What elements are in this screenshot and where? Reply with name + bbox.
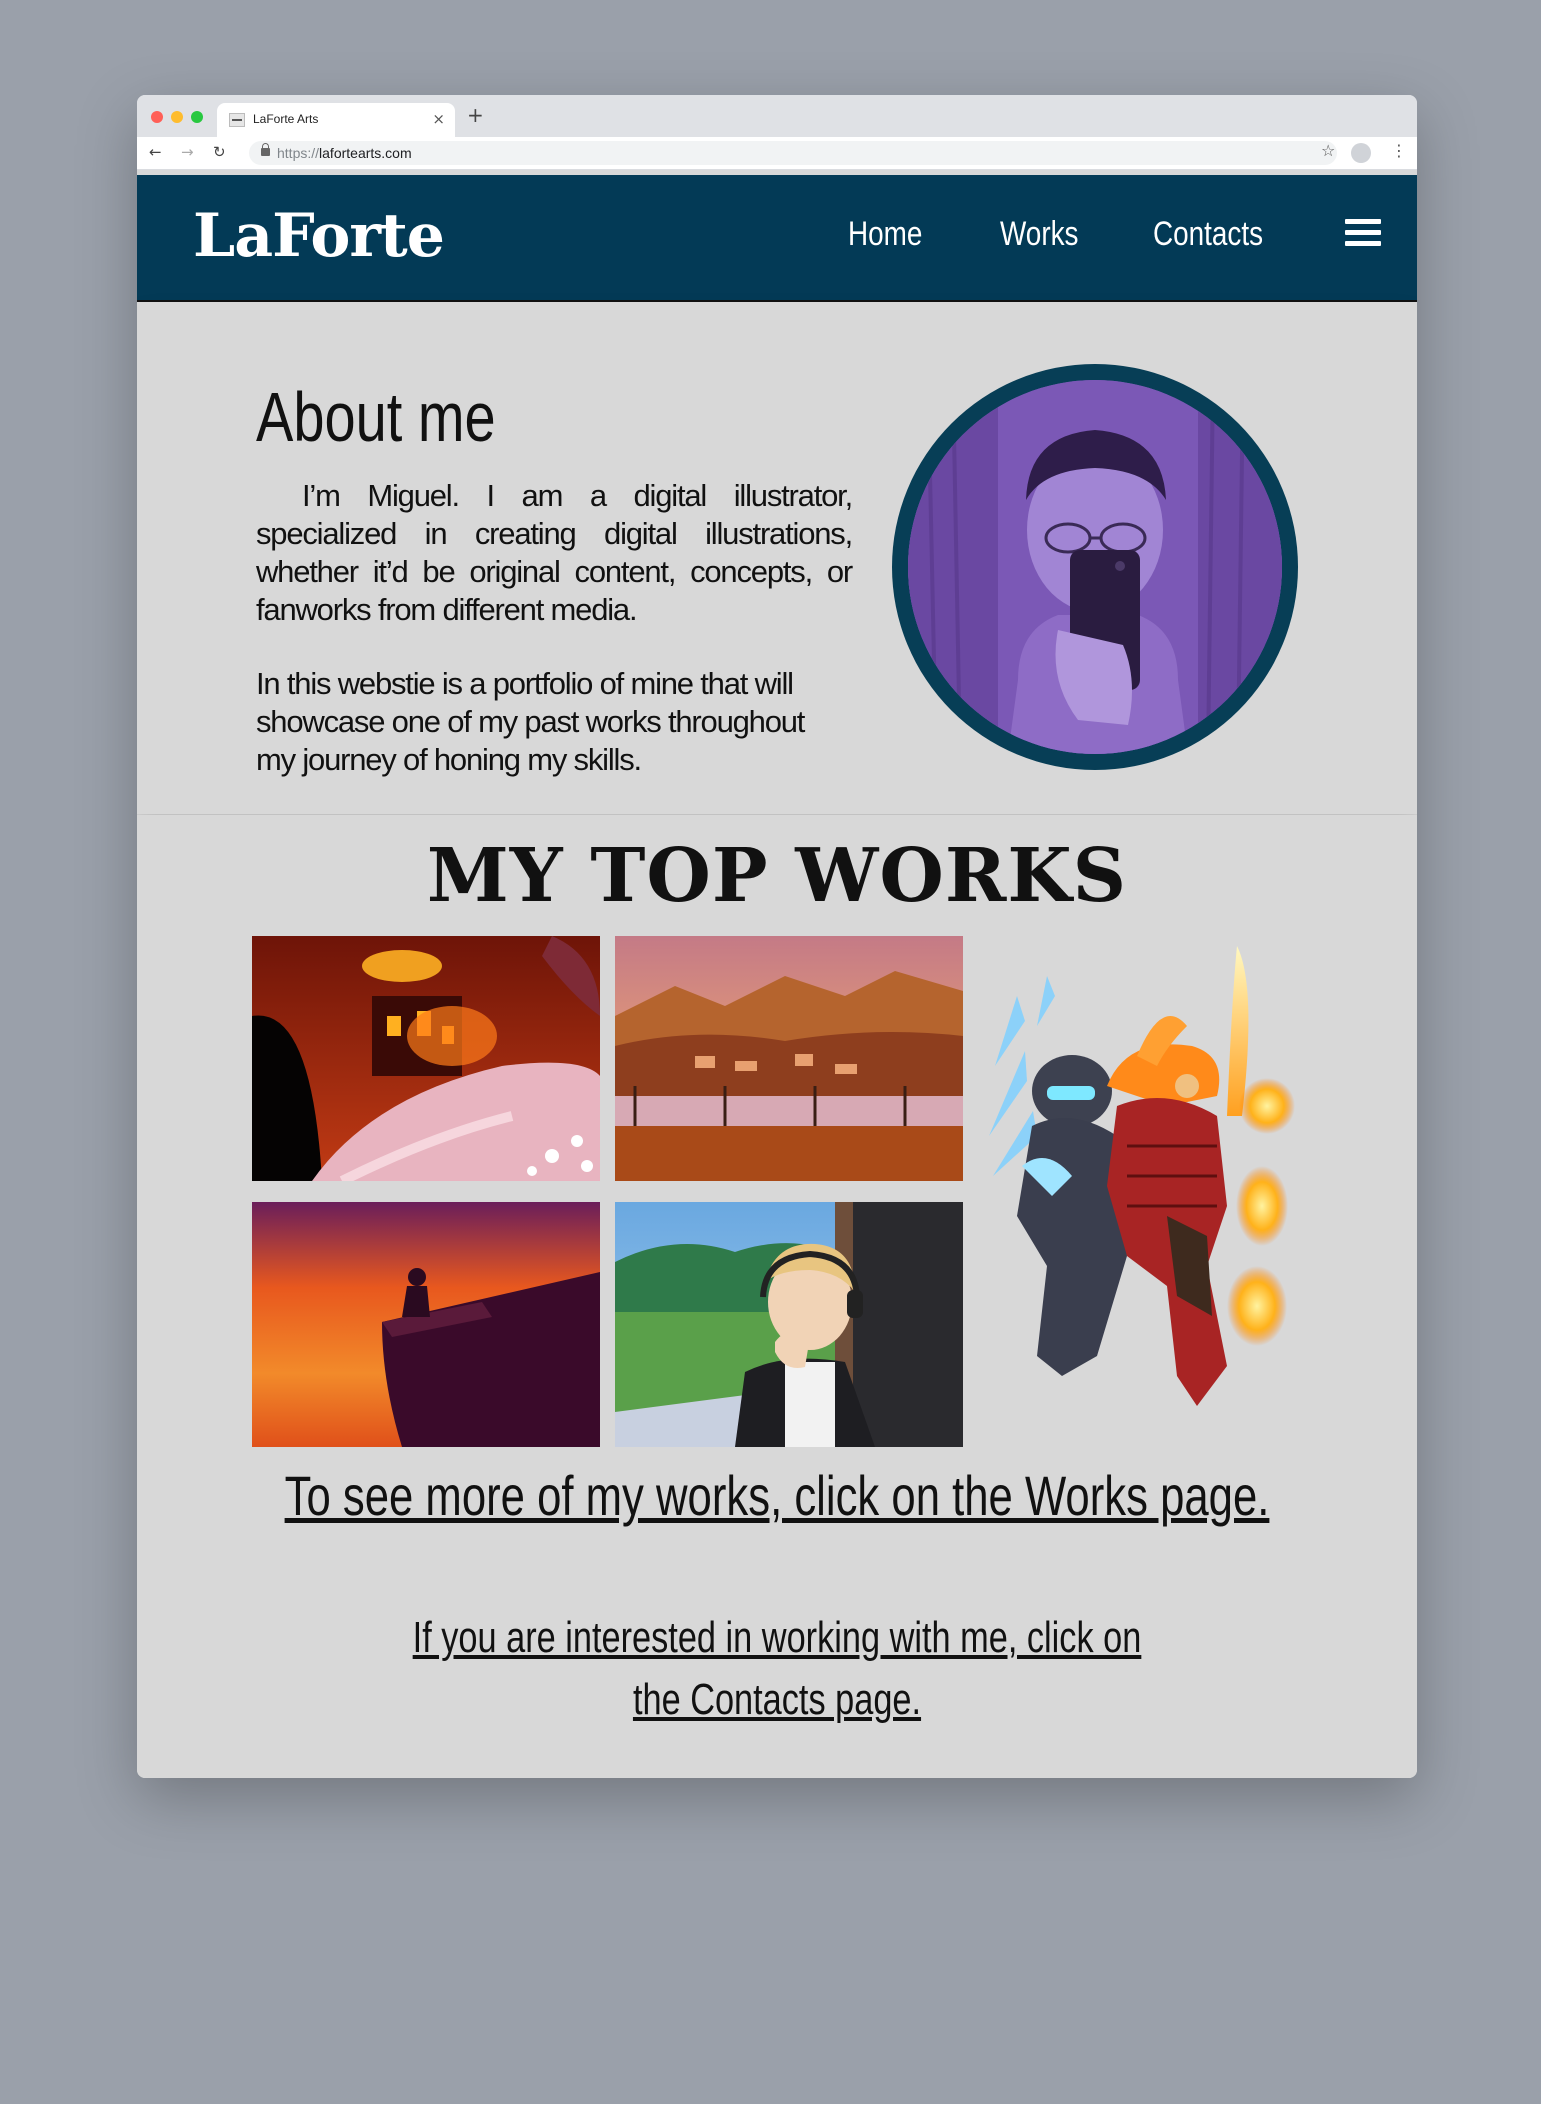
tab-close-icon[interactable]: × (432, 110, 445, 128)
back-arrow-icon[interactable]: ← (149, 143, 162, 161)
top-works-section: MY TOP WORKS To see more of my works, cl… (137, 815, 1417, 1778)
about-paragraph-intro: I’m Miguel. I am a digital illustrator, … (256, 478, 853, 627)
top-works-heading: MY TOP WORKS (426, 833, 1128, 919)
bookmark-star-icon[interactable]: ☆ (1321, 142, 1335, 160)
profile-photo-image (908, 380, 1282, 754)
profile-avatar-icon[interactable] (1351, 143, 1371, 163)
lock-icon (261, 143, 270, 156)
favicon-icon (229, 113, 245, 127)
hamburger-menu-icon[interactable] (1345, 219, 1381, 249)
works-page-link[interactable]: To see more of my works, click on the Wo… (278, 1463, 1276, 1528)
reload-icon[interactable]: ↻ (213, 143, 226, 161)
site-logo[interactable]: LaForte (193, 201, 445, 271)
url-scheme: https:// (277, 145, 320, 161)
minimize-window-button[interactable] (171, 111, 183, 123)
nav-contacts-link[interactable]: Contacts (1153, 215, 1263, 254)
about-section: About me I’m Miguel. I am a digital illu… (137, 302, 1417, 814)
profile-photo (892, 364, 1298, 770)
contacts-link-line-1[interactable]: If you are interested in working with me… (413, 1613, 1142, 1662)
url-host: lafortearts.com (319, 145, 412, 161)
browser-toolbar: ← → ↻ https://lafortearts.com ☆ ⋮ (137, 137, 1417, 170)
site-header: LaForte Home Works Contacts (137, 175, 1417, 302)
browser-window: LaForte Arts × + ← → ↻ https://lafortear… (137, 95, 1417, 1778)
close-window-button[interactable] (151, 111, 163, 123)
browser-menu-icon[interactable]: ⋮ (1391, 142, 1407, 160)
contacts-link-line-2[interactable]: the Contacts page. (633, 1675, 921, 1724)
tab-title: LaForte Arts (253, 112, 319, 126)
about-heading: About me (256, 378, 496, 456)
contacts-page-link[interactable]: If you are interested in working with me… (278, 1607, 1276, 1731)
url-text[interactable]: https://lafortearts.com (277, 145, 412, 161)
nav-works-link[interactable]: Works (1000, 215, 1078, 254)
address-bar[interactable]: https://lafortearts.com (249, 141, 1337, 165)
forward-arrow-icon[interactable]: → (181, 143, 194, 161)
artwork-headphones-portrait[interactable] (615, 1202, 963, 1447)
new-tab-button[interactable]: + (467, 105, 484, 125)
nav-home-link[interactable]: Home (848, 215, 922, 254)
artwork-burning-castle[interactable] (252, 936, 600, 1181)
artwork-ninja-samurai[interactable] (977, 936, 1307, 1416)
maximize-window-button[interactable] (191, 111, 203, 123)
artwork-autumn-valley[interactable] (615, 936, 963, 1181)
tab-bar: LaForte Arts × + (137, 95, 1417, 137)
artwork-cliff-sunset[interactable] (252, 1202, 600, 1447)
about-paragraph-portfolio: In this webstie is a portfolio of mine t… (256, 666, 805, 777)
browser-tab[interactable]: LaForte Arts × (217, 103, 455, 137)
